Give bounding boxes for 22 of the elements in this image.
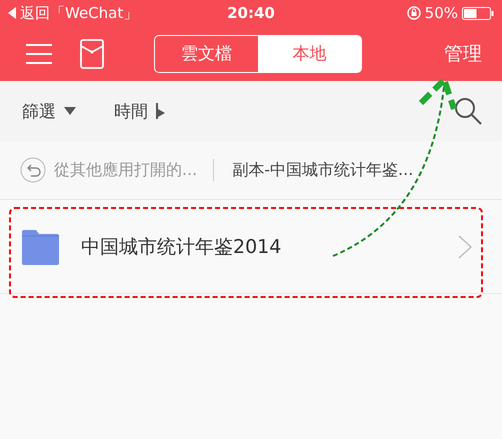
search-icon[interactable] xyxy=(454,97,482,125)
manage-button[interactable]: 管理 xyxy=(444,40,482,66)
tab[interactable]: 本地 xyxy=(258,36,361,72)
envelope-icon[interactable] xyxy=(80,38,104,68)
breadcrumb[interactable]: 從其他應用打開的... xyxy=(54,160,198,180)
folder-icon xyxy=(22,230,59,264)
breadcrumb[interactable]: 副本-中国城市统计年鉴... xyxy=(232,160,414,180)
filter-button[interactable]: 篩選 xyxy=(22,100,76,122)
chevron-icon xyxy=(458,235,472,259)
sort-icon xyxy=(156,103,165,119)
tab[interactable]: 雲文檔 xyxy=(155,36,258,72)
dropdown-icon xyxy=(64,107,76,115)
back-label[interactable]: 返回「WeChat」 xyxy=(20,4,138,22)
battery-percent: 50% xyxy=(424,4,458,22)
back-icon xyxy=(8,7,16,19)
filter-button[interactable]: 時間 xyxy=(114,100,165,122)
status-time: 20:40 xyxy=(227,4,275,22)
file-name: 中国城市统计年鉴2014 xyxy=(81,235,282,260)
battery-icon xyxy=(462,6,494,20)
menu-icon[interactable] xyxy=(26,44,52,64)
rotation-lock-icon xyxy=(406,6,421,20)
undo-icon[interactable] xyxy=(20,157,46,183)
